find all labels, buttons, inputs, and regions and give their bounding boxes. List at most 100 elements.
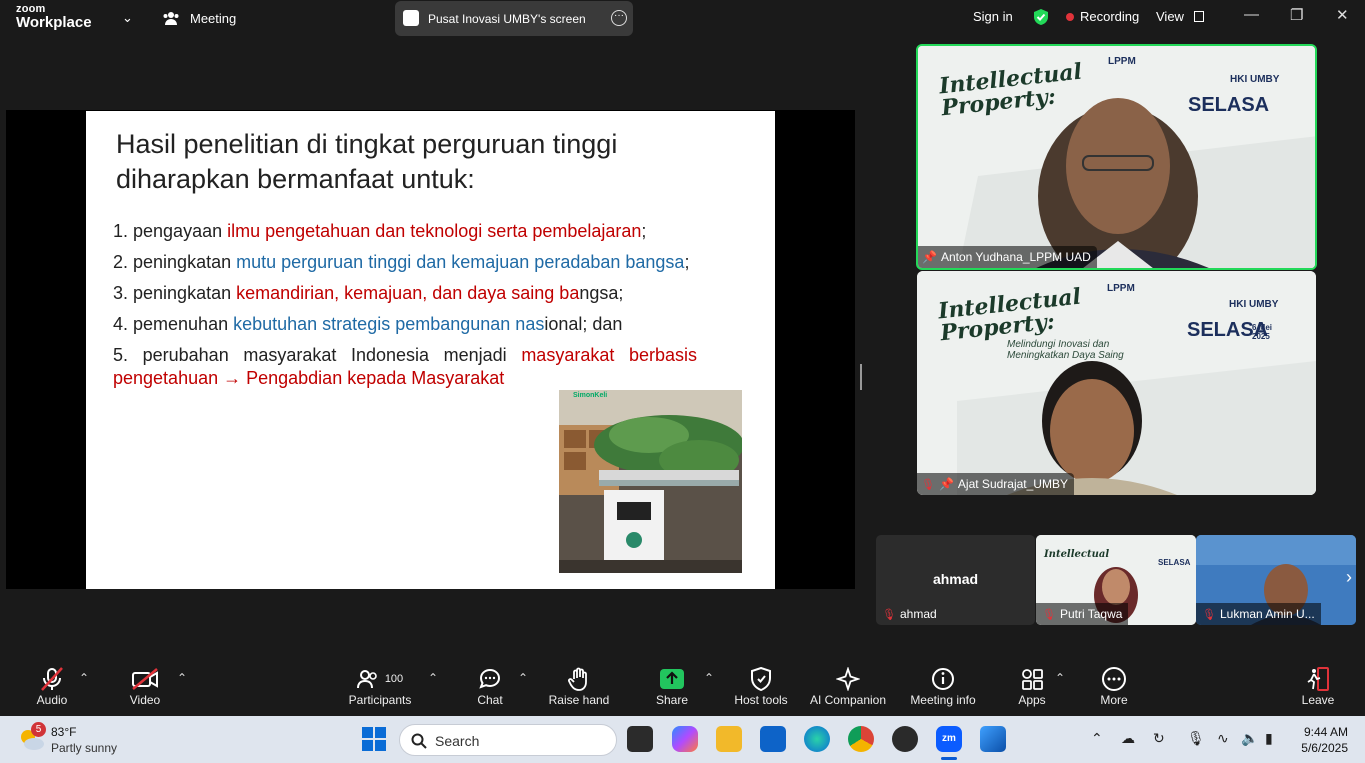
chat-label: Chat — [477, 693, 503, 707]
leave-label: Leave — [1301, 693, 1335, 707]
video-label: Video — [129, 693, 161, 707]
task-view-icon[interactable] — [627, 726, 653, 752]
video-button[interactable]: Video — [124, 665, 166, 707]
slide-title-line1: Hasil penelitian di tingkat perguruan ti… — [116, 129, 618, 159]
sync-icon[interactable]: ↻ — [1153, 730, 1165, 747]
meeting-info-button[interactable]: Meeting info — [906, 665, 980, 707]
video-options-caret-icon[interactable]: ⌃ — [177, 671, 187, 685]
mic-muted-icon: 🎙 — [882, 608, 896, 621]
chat-options-caret-icon[interactable]: ⌃ — [518, 671, 528, 685]
search-icon — [411, 733, 427, 749]
banner-day: SELASA — [1188, 94, 1270, 116]
chrome-icon[interactable] — [848, 726, 874, 752]
apps-options-caret-icon[interactable]: ⌃ — [1055, 671, 1065, 685]
more-button[interactable]: More — [1096, 665, 1132, 707]
participants-button[interactable]: 100 Participants — [346, 665, 414, 707]
chevron-right-icon[interactable]: › — [1346, 567, 1352, 588]
leave-button[interactable]: Leave — [1300, 665, 1336, 707]
svg-text:SELASA: SELASA — [1158, 558, 1191, 567]
taskbar-search[interactable]: Search — [399, 724, 617, 756]
apps-button[interactable]: Apps — [1016, 665, 1048, 707]
view-button[interactable]: View — [1156, 9, 1204, 24]
share-options-caret-icon[interactable]: ⌃ — [704, 671, 714, 685]
mic-muted-icon: 🎙 — [921, 478, 935, 491]
media-player-icon[interactable] — [892, 726, 918, 752]
meeting-info-label: Meeting info — [910, 693, 976, 707]
thumbnail-tile[interactable]: ahmad 🎙 ahmad — [876, 535, 1035, 625]
meeting-label: Meeting — [190, 10, 237, 26]
participant-name-tag: 🎙 ahmad — [882, 607, 937, 621]
people-icon — [163, 12, 179, 25]
security-shield-icon[interactable] — [1032, 8, 1050, 26]
list-item: 4. pemenuhan kebutuhan strategis pembang… — [113, 314, 623, 334]
share-label: Share — [655, 693, 689, 707]
recording-indicator[interactable]: Recording — [1066, 9, 1139, 24]
apps-icon — [1016, 665, 1048, 693]
ai-companion-button[interactable]: AI Companion — [806, 665, 890, 707]
pin-icon: 📌 — [922, 250, 937, 264]
shield-icon — [733, 665, 789, 693]
video-tile-participant[interactable]: Intellectual Property: Melindungi Inovas… — [917, 271, 1316, 495]
participants-label: Participants — [348, 693, 412, 707]
file-explorer-icon[interactable] — [716, 726, 742, 752]
avatar-name: ahmad — [932, 571, 979, 587]
audio-options-caret-icon[interactable]: ⌃ — [79, 671, 89, 685]
host-tools-button[interactable]: Host tools — [733, 665, 789, 707]
thumbnail-tile[interactable]: 🎙 Lukman Amin U... › — [1196, 535, 1356, 625]
raise-hand-icon — [548, 665, 610, 693]
title-bar: zoom Workplace ⌄ Meeting Pusat Inovasi U… — [0, 0, 1365, 40]
cloud-offline-icon[interactable]: ☁ — [1121, 730, 1135, 747]
copilot-icon[interactable] — [672, 726, 698, 752]
meeting-menu[interactable]: Meeting — [162, 10, 236, 26]
screen-share-icon — [403, 10, 419, 26]
more-options-icon[interactable]: ··· — [611, 10, 627, 26]
brand-workplace: Workplace — [16, 14, 92, 31]
edge-browser-icon[interactable] — [804, 726, 830, 752]
os-taskbar: 5 83°F Partly sunny Search zm ⌃ ☁ ↻ 🎙 ∿ … — [0, 716, 1365, 763]
chat-button[interactable]: Chat — [472, 665, 508, 707]
sign-in-link[interactable]: Sign in — [973, 9, 1013, 24]
chevron-up-icon[interactable]: ⌃ — [1091, 730, 1103, 747]
temperature: 83°F — [51, 725, 77, 739]
chat-icon — [472, 665, 508, 693]
wifi-icon[interactable]: ∿ — [1217, 730, 1229, 747]
meeting-toolbar: Audio ⌃ Video ⌃ 100 Participants ⌃ Chat … — [0, 657, 1365, 715]
more-label: More — [1100, 693, 1128, 707]
mic-muted-icon — [32, 665, 72, 693]
participant-name: Anton Yudhana_LPPM UAD — [940, 250, 1091, 264]
list-item: 5. perubahan masyarakat Indonesia menjad… — [113, 345, 697, 388]
share-title: Pusat Inovasi UMBY's screen — [428, 12, 586, 26]
zoom-app-icon[interactable]: zm — [936, 726, 962, 752]
store-icon[interactable] — [760, 726, 786, 752]
recording-label: Recording — [1080, 9, 1140, 24]
leave-door-icon — [1300, 665, 1336, 693]
host-tools-label: Host tools — [734, 693, 788, 707]
raise-hand-label: Raise hand — [548, 693, 610, 707]
minimize-icon[interactable]: — — [1244, 6, 1259, 23]
restore-icon[interactable]: ❐ — [1290, 6, 1303, 24]
photos-icon[interactable] — [980, 726, 1006, 752]
battery-icon[interactable]: ▮ — [1265, 730, 1273, 747]
raise-hand-button[interactable]: Raise hand — [548, 665, 610, 707]
close-icon[interactable]: ✕ — [1336, 6, 1349, 24]
share-button[interactable]: Share — [652, 665, 692, 707]
participant-name-tag: 🎙 Putri Taqwa — [1036, 603, 1129, 625]
windows-start-icon[interactable] — [361, 726, 387, 752]
system-clock[interactable]: 9:44 AM 5/6/2025 — [1296, 724, 1348, 756]
clock-date: 5/6/2025 — [1301, 741, 1348, 755]
participant-name-tag: 🎙 📌 Ajat Sudrajat_UMBY — [917, 473, 1074, 495]
speaker-icon[interactable]: 🔈 — [1241, 730, 1258, 747]
screen-share-indicator[interactable]: Pusat Inovasi UMBY's screen ··· — [395, 1, 633, 36]
participants-options-caret-icon[interactable]: ⌃ — [428, 671, 438, 685]
more-icon — [1096, 665, 1132, 693]
panel-resize-handle[interactable] — [860, 364, 862, 390]
microphone-icon[interactable]: 🎙 — [1187, 730, 1205, 747]
mic-muted-icon: 🎙 — [1202, 608, 1216, 621]
audio-button[interactable]: Audio — [32, 665, 72, 707]
chevron-down-icon[interactable]: ⌄ — [122, 10, 133, 26]
recording-dot-icon — [1066, 12, 1074, 21]
video-tile-speaker[interactable]: Intellectual Property: LPPM HKI UMBY SEL… — [916, 44, 1317, 270]
list-item: 2. peningkatan mutu perguruan tinggi dan… — [113, 252, 690, 272]
view-label: View — [1156, 9, 1184, 24]
thumbnail-tile[interactable]: Intellectual SELASA 🎙 Putri Taqwa — [1036, 535, 1196, 625]
